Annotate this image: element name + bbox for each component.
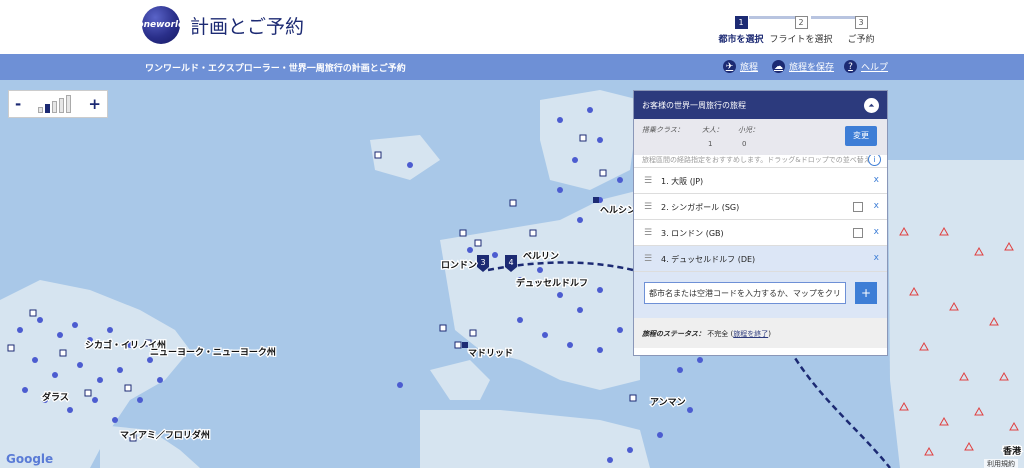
collapse-icon[interactable]: ⏶ [864,98,879,113]
delete-city-button[interactable]: x [874,227,879,237]
svg-text:ベルリン: ベルリン [523,251,559,262]
progress-steps: 1 都市を選択 2 フライトを選択 3 ご予約 [716,10,886,46]
help-icon: ? [844,60,857,73]
stopover-checkbox[interactable] [853,202,863,212]
svg-text:ダラス: ダラス [42,391,69,403]
step-3: 3 ご予約 [847,16,875,45]
passenger-class-section: 搭乗クラス： 大人： 1 小児： 0 変更 [634,119,887,155]
finish-itinerary-link[interactable]: 旅程を終了 [733,330,768,338]
city-list: ☰ 1. 大阪 (JP) x ☰ 2. シンガポール (SG) x ☰ 3. ロ… [634,167,887,272]
svg-text:ニューヨーク・ニューヨーク州: ニューヨーク・ニューヨーク州 [150,347,276,358]
class-label: 搭乗クラス： [642,126,684,134]
africa-land [420,410,650,468]
city-row-2[interactable]: ☰ 2. シンガポール (SG) x [634,194,887,220]
sub-navigation-bar: ワンワールド・エクスプローラー・世界一周旅行の計画とご予約 ✈ 旅程 ☁ 旅程を… [0,54,1024,80]
city-search-input[interactable] [644,282,846,304]
change-button[interactable]: 変更 [845,126,877,146]
svg-text:アンマン: アンマン [650,397,686,408]
drag-handle-icon[interactable]: ☰ [644,202,652,212]
drag-handle-icon[interactable]: ☰ [644,254,652,264]
save-icon: ☁ [772,60,785,73]
svg-text:デュッセルドルフ: デュッセルドルフ [516,277,588,289]
panel-note: 旅程區間の経路指定をおすすめします。ドラッグ&ドロップでの並べ替え i [634,155,887,167]
city-row-3[interactable]: ☰ 3. ロンドン (GB) x [634,220,887,246]
city-row-4[interactable]: ☰ 4. デュッセルドルフ (DE) x [634,246,887,272]
delete-city-button[interactable]: x [874,175,879,185]
save-itinerary-link[interactable]: ☁ 旅程を保存 [772,60,834,73]
adult-label: 大人： [702,126,723,134]
add-city-button[interactable]: + [855,282,877,304]
oneworld-logo[interactable]: oneworld [137,6,185,44]
google-logo: Google [6,452,54,466]
delete-city-button[interactable]: x [874,253,879,263]
help-link[interactable]: ? ヘルプ [844,60,888,73]
zoom-out-button[interactable]: - [15,95,21,113]
svg-text:香港: 香港 [1002,445,1022,457]
iberia-land [430,360,490,400]
child-label: 小児： [738,126,759,134]
svg-text:4: 4 [508,258,513,267]
logo-text: oneworld [137,20,185,30]
zoom-in-button[interactable]: + [88,95,101,113]
panel-title: お客様の世界一周旅行の旅程 [642,101,746,110]
asia-land [888,160,1024,468]
adult-value: 1 [708,140,713,148]
route-line-asia [788,349,891,468]
delete-city-button[interactable]: x [874,201,879,211]
plane-icon: ✈ [723,60,736,73]
marker-helsinki [593,197,599,203]
subbar-title: ワンワールド・エクスプローラー・世界一周旅行の計画とご予約 [145,64,406,74]
child-value: 0 [742,140,747,148]
header: oneworld 計画とご予約 1 都市を選択 2 フライトを選択 3 ご予約 [0,0,1024,54]
marker-madrid [462,342,468,348]
info-icon[interactable]: i [868,155,881,166]
scandinavia-land [540,90,640,190]
panel-header: お客様の世界一周旅行の旅程 ⏶ [634,91,887,119]
stopover-checkbox[interactable] [853,228,863,238]
city-row-1[interactable]: ☰ 1. 大阪 (JP) x [634,168,887,194]
itinerary-panel: お客様の世界一周旅行の旅程 ⏶ 搭乗クラス： 大人： 1 小児： 0 変更 旅程… [633,90,888,356]
page-title: 計画とご予約 [190,16,305,38]
zoom-level-bars[interactable] [38,95,72,113]
drag-handle-icon[interactable]: ☰ [644,176,652,186]
svg-text:3: 3 [480,258,485,267]
svg-text:ロンドン: ロンドン [441,260,477,271]
itinerary-status: 旅程のステータス： 不完全 (旅程を終了) [634,318,887,348]
zoom-control: - + [8,90,108,118]
itinerary-link[interactable]: ✈ 旅程 [723,60,758,73]
svg-text:マイアミ／フロリダ州: マイアミ／フロリダ州 [120,429,210,441]
drag-handle-icon[interactable]: ☰ [644,228,652,238]
add-city-section: + [634,272,887,318]
svg-text:マドリッド: マドリッド [468,348,513,359]
